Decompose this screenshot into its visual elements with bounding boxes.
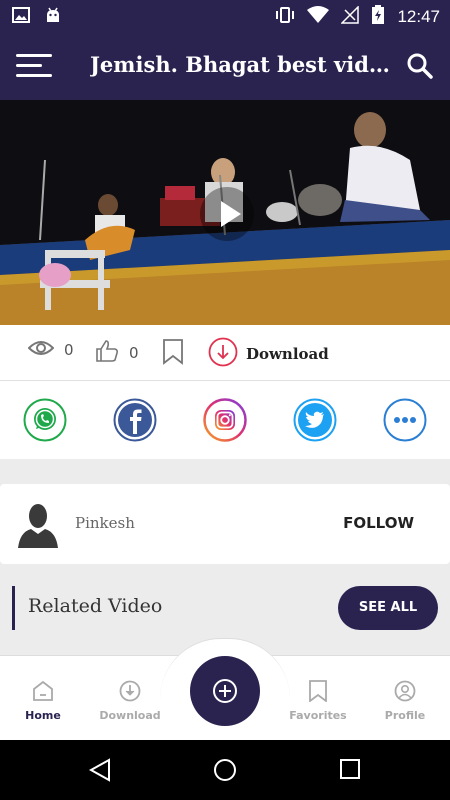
menu-icon[interactable]: [16, 54, 52, 78]
system-nav-bar: [0, 740, 450, 800]
home-circle-icon[interactable]: [213, 758, 237, 786]
vibrate-icon: [275, 6, 295, 28]
bookmark-icon: [308, 680, 328, 706]
thumbs-up-icon[interactable]: [95, 339, 119, 367]
twitter-icon[interactable]: [293, 398, 337, 442]
wifi-icon: [307, 6, 330, 28]
signal-icon: [340, 5, 360, 28]
nav-label-download: Download: [99, 709, 161, 722]
download-button[interactable]: Download: [208, 337, 329, 371]
bookmark-button[interactable]: [162, 339, 184, 369]
home-icon: [32, 680, 54, 706]
nav-label-profile: Profile: [384, 709, 426, 722]
video-player[interactable]: [0, 100, 450, 325]
more-icon[interactable]: [383, 398, 427, 442]
status-bar: 12:47: [0, 0, 450, 32]
search-icon[interactable]: [406, 52, 434, 80]
views-stat: 0: [27, 339, 74, 361]
play-icon[interactable]: [200, 187, 254, 241]
likes-stat[interactable]: 0: [95, 339, 139, 367]
nav-item-favorites[interactable]: Favorites: [283, 680, 353, 722]
plus-icon: [213, 679, 237, 703]
page-title: Jemish. Bhagat best video...: [90, 52, 390, 77]
see-all-button[interactable]: SEE ALL: [338, 586, 438, 630]
gallery-icon: [12, 7, 30, 29]
android-icon: [44, 7, 62, 29]
related-video-header: Related Video SEE ALL: [12, 586, 438, 630]
app-bar: Jemish. Bhagat best video...: [0, 32, 450, 100]
nav-label-favorites: Favorites: [289, 709, 347, 722]
eye-icon: [27, 339, 55, 361]
nav-item-home[interactable]: Home: [8, 680, 78, 722]
follow-button[interactable]: FOLLOW: [343, 514, 414, 532]
views-count: 0: [64, 341, 74, 359]
add-button[interactable]: [190, 656, 260, 726]
download-icon[interactable]: [208, 337, 238, 371]
back-icon[interactable]: [88, 758, 112, 786]
section-title: Related Video: [28, 595, 163, 617]
likes-count: 0: [129, 344, 139, 362]
status-time: 12:47: [397, 7, 440, 26]
battery-icon: [371, 5, 385, 29]
profile-icon: [394, 680, 416, 706]
whatsapp-icon[interactable]: [23, 398, 67, 442]
author-card[interactable]: Pinkesh FOLLOW: [0, 484, 450, 564]
download-label: Download: [246, 345, 329, 363]
share-row: [0, 381, 450, 459]
bookmark-icon[interactable]: [162, 339, 184, 369]
download-icon: [119, 680, 141, 706]
instagram-icon[interactable]: [203, 398, 247, 442]
author-name[interactable]: Pinkesh: [75, 514, 135, 532]
section-accent-bar: [12, 586, 15, 630]
nav-item-profile[interactable]: Profile: [370, 680, 440, 722]
nav-label-home: Home: [25, 709, 61, 722]
facebook-icon[interactable]: [113, 398, 157, 442]
recents-icon[interactable]: [339, 758, 361, 784]
bottom-nav: Home Download Favorites Profile: [0, 638, 450, 741]
video-stats: 0 0 Download: [0, 325, 450, 381]
avatar[interactable]: [18, 502, 58, 552]
nav-item-download[interactable]: Download: [95, 680, 165, 722]
